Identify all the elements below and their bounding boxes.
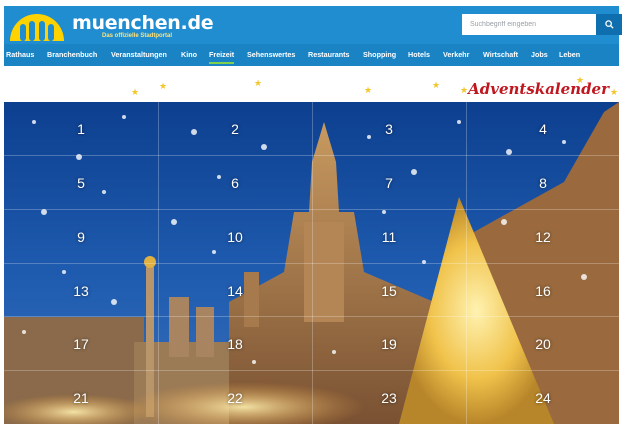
nav-item-restaurants[interactable]: Restaurants	[308, 50, 350, 59]
calendar-door-2[interactable]: 2	[158, 102, 312, 156]
calendar-door-21[interactable]: 21	[4, 371, 158, 424]
nav-item-sehenswertes[interactable]: Sehenswertes	[247, 50, 295, 59]
logo-icon[interactable]	[8, 11, 66, 41]
nav-item-freizeit[interactable]: Freizeit	[209, 50, 235, 64]
calendar-door-9[interactable]: 9	[4, 210, 158, 264]
nav-item-branchenbuch[interactable]: Branchenbuch	[47, 50, 97, 59]
search-button[interactable]	[596, 14, 622, 35]
star-icon: ★	[610, 87, 619, 97]
calendar-door-23[interactable]: 23	[312, 371, 466, 424]
calendar-door-15[interactable]: 15	[312, 264, 466, 318]
calendar-door-7[interactable]: 7	[312, 156, 466, 210]
site-header: muenchen.de Das offizielle Stadtportal	[4, 6, 622, 44]
calendar-door-18[interactable]: 18	[158, 317, 312, 371]
calendar-door-10[interactable]: 10	[158, 210, 312, 264]
nav-item-wirtschaft[interactable]: Wirtschaft	[483, 50, 518, 59]
nav-item-verkehr[interactable]: Verkehr	[443, 50, 469, 59]
calendar-door-22[interactable]: 22	[158, 371, 312, 424]
calendar-door-13[interactable]: 13	[4, 264, 158, 318]
advent-title: Adventskalender	[468, 80, 609, 98]
calendar-door-12[interactable]: 12	[466, 210, 619, 264]
star-icon: ★	[254, 78, 263, 88]
main-nav: Rathaus Branchenbuch Veranstaltungen Kin…	[4, 44, 619, 66]
star-icon: ★	[460, 85, 469, 95]
calendar-door-14[interactable]: 14	[158, 264, 312, 318]
nav-item-rathaus[interactable]: Rathaus	[6, 50, 34, 59]
nav-item-shopping[interactable]: Shopping	[363, 50, 396, 59]
calendar-door-17[interactable]: 17	[4, 317, 158, 371]
advent-calendar: 1 2 3 4 5 6 7 8 9 10 11 12 13 14 15 16 1…	[4, 102, 619, 424]
star-icon: ★	[159, 81, 168, 91]
calendar-door-20[interactable]: 20	[466, 317, 619, 371]
calendar-door-6[interactable]: 6	[158, 156, 312, 210]
search-input[interactable]	[462, 14, 596, 35]
star-icon: ★	[364, 85, 373, 95]
nav-item-hotels[interactable]: Hotels	[408, 50, 430, 59]
calendar-door-16[interactable]: 16	[466, 264, 619, 318]
advent-banner: ★ ★ ★ ★ ★ ★ ★ ★ Adventskalender	[4, 66, 619, 102]
logo-text[interactable]: muenchen.de	[72, 12, 214, 34]
calendar-door-3[interactable]: 3	[312, 102, 466, 156]
calendar-door-4[interactable]: 4	[466, 102, 619, 156]
calendar-door-24[interactable]: 24	[466, 371, 619, 424]
search-icon	[604, 20, 614, 29]
calendar-door-8[interactable]: 8	[466, 156, 619, 210]
calendar-door-11[interactable]: 11	[312, 210, 466, 264]
nav-item-veranstaltungen[interactable]: Veranstaltungen	[111, 50, 167, 59]
calendar-door-5[interactable]: 5	[4, 156, 158, 210]
nav-item-leben[interactable]: Leben	[559, 50, 580, 59]
star-icon: ★	[432, 80, 441, 90]
calendar-door-1[interactable]: 1	[4, 102, 158, 156]
logo-subtitle: Das offizielle Stadtportal	[102, 33, 173, 39]
calendar-door-19[interactable]: 19	[312, 317, 466, 371]
nav-item-jobs[interactable]: Jobs	[531, 50, 548, 59]
star-icon: ★	[131, 87, 140, 97]
nav-item-kino[interactable]: Kino	[181, 50, 197, 59]
